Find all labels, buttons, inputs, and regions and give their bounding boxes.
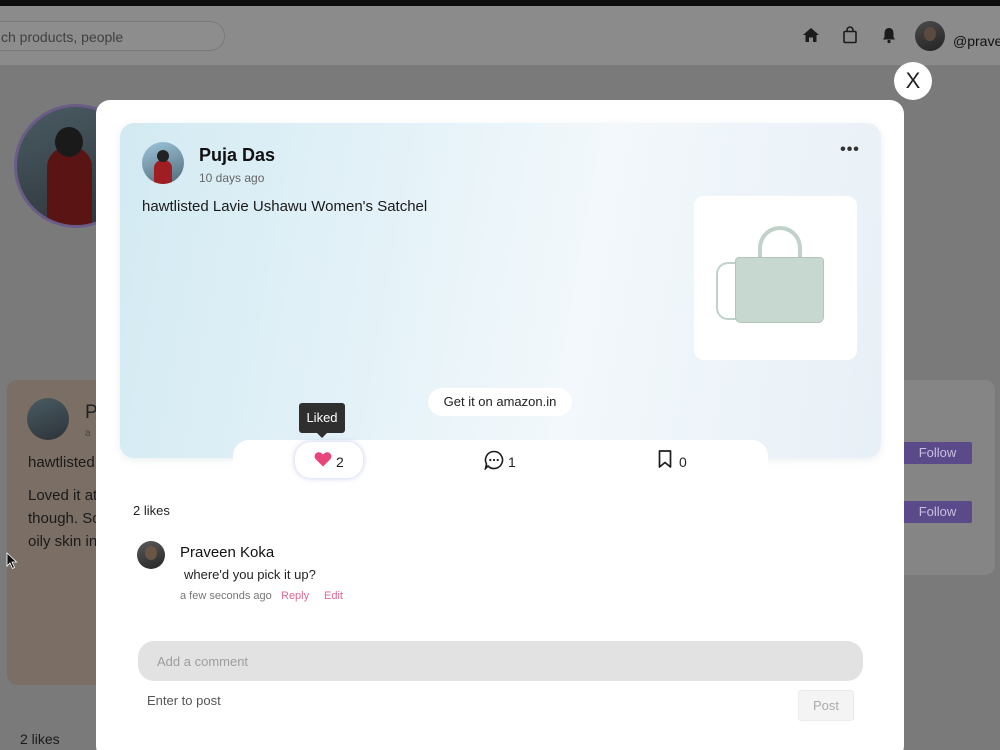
liked-tooltip: Liked <box>299 403 345 438</box>
reply-link[interactable]: Reply <box>281 590 309 602</box>
comment-count: 1 <box>508 454 516 470</box>
comment-text: where'd you pick it up? <box>184 567 316 582</box>
more-options-icon[interactable]: ••• <box>838 141 862 158</box>
user-handle[interactable]: @pravee <box>953 33 1000 49</box>
comment-icon[interactable] <box>484 450 504 470</box>
follow-button[interactable]: Follow <box>903 442 972 464</box>
bookmark-count: 0 <box>679 454 687 470</box>
background-text-line: Loved it at <box>28 487 98 504</box>
mouse-cursor-icon <box>6 552 18 570</box>
post-text: hawtlisted Lavie Ushawu Women's Satchel <box>142 198 428 215</box>
background-text-line: though. So <box>28 510 101 527</box>
background-likes: 2 likes <box>20 731 60 747</box>
commenter-avatar[interactable] <box>137 541 165 569</box>
edit-link[interactable]: Edit <box>324 590 343 602</box>
close-button[interactable]: X <box>894 62 932 100</box>
bell-icon[interactable] <box>880 26 898 44</box>
post-timestamp: 10 days ago <box>199 171 265 185</box>
background-text-line: hawtlisted <box>28 454 95 471</box>
suggestions-card <box>895 380 995 575</box>
likes-summary[interactable]: 2 likes <box>133 503 170 518</box>
home-icon[interactable] <box>802 26 820 44</box>
comment-input[interactable] <box>138 641 863 681</box>
bag-body <box>735 257 824 323</box>
bag-icon[interactable] <box>841 26 859 44</box>
comment-timestamp: a few seconds ago <box>180 590 272 602</box>
enter-to-post-hint: Enter to post <box>147 693 221 708</box>
card-subtext: a <box>85 428 91 439</box>
author-name[interactable]: Puja Das <box>199 145 275 166</box>
background-text-line: oily skin in <box>28 533 98 550</box>
bookmark-icon[interactable] <box>658 450 672 468</box>
commenter-name[interactable]: Praveen Koka <box>180 544 274 561</box>
user-avatar[interactable] <box>915 21 945 51</box>
post-button[interactable]: Post <box>798 690 854 721</box>
author-avatar[interactable] <box>142 142 184 184</box>
heart-icon[interactable] <box>314 451 332 467</box>
navbar: ch products, people @pravee <box>0 6 1000 66</box>
buy-button[interactable]: Get it on amazon.in <box>428 388 572 416</box>
search-input[interactable]: ch products, people <box>0 21 225 51</box>
avatar <box>27 398 69 440</box>
follow-button[interactable]: Follow <box>903 501 972 523</box>
search-placeholder: ch products, people <box>1 29 124 45</box>
like-count: 2 <box>336 454 344 470</box>
